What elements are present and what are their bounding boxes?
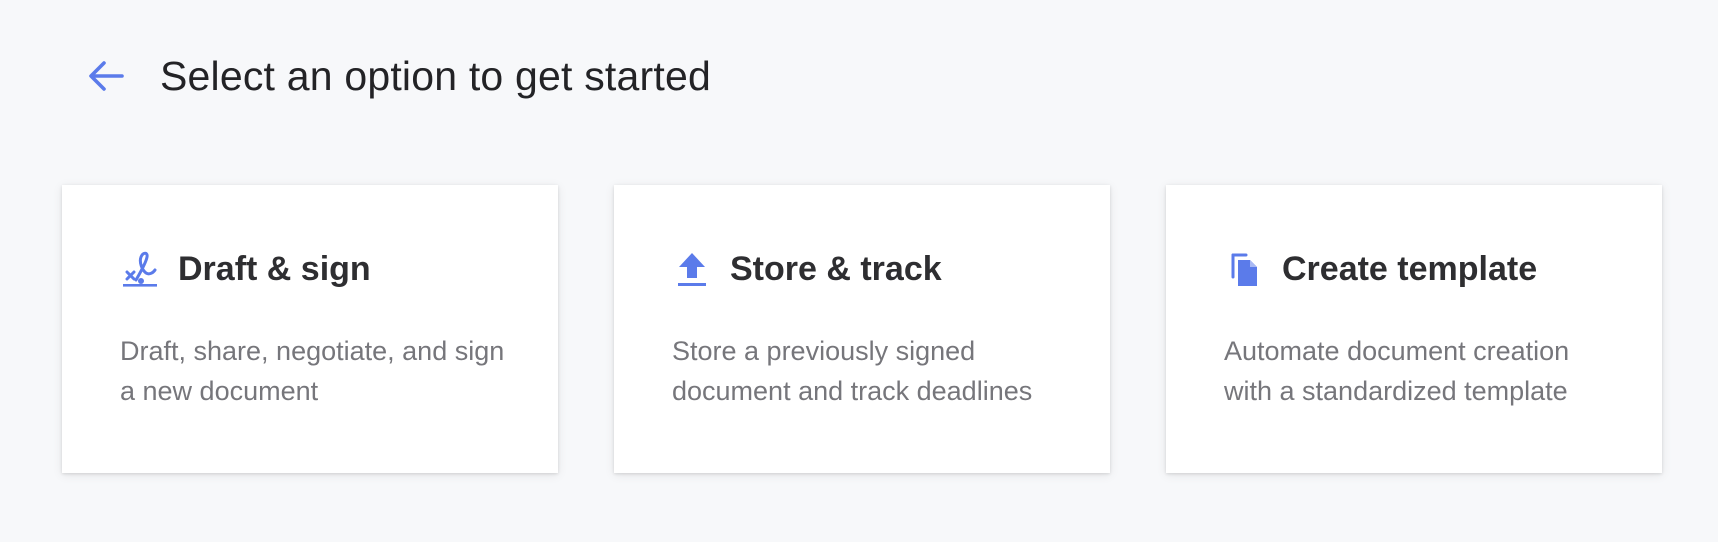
card-title: Store & track (730, 249, 942, 288)
card-header: Create template (1224, 247, 1604, 291)
store-and-track-card[interactable]: Store & track Store a previously signed … (614, 185, 1110, 473)
card-description: Store a previously signed document and t… (672, 336, 1033, 406)
back-button[interactable] (82, 52, 130, 100)
signature-icon (120, 249, 160, 289)
create-template-card[interactable]: Create template Automate document creati… (1166, 185, 1662, 473)
option-cards: Draft & sign Draft, share, negotiate, an… (62, 185, 1662, 473)
copy-document-icon (1224, 249, 1264, 289)
card-description: Automate document creation with a standa… (1224, 336, 1570, 406)
page-title: Select an option to get started (160, 52, 711, 99)
draft-and-sign-card[interactable]: Draft & sign Draft, share, negotiate, an… (62, 185, 558, 473)
arrow-left-icon (89, 61, 124, 91)
card-description: Draft, share, negotiate, and sign a new … (120, 336, 505, 406)
card-title: Draft & sign (178, 249, 371, 288)
card-header: Store & track (672, 247, 1052, 291)
page-header: Select an option to get started (82, 48, 711, 104)
card-title: Create template (1282, 249, 1538, 288)
upload-icon (672, 249, 712, 289)
card-header: Draft & sign (120, 247, 500, 291)
